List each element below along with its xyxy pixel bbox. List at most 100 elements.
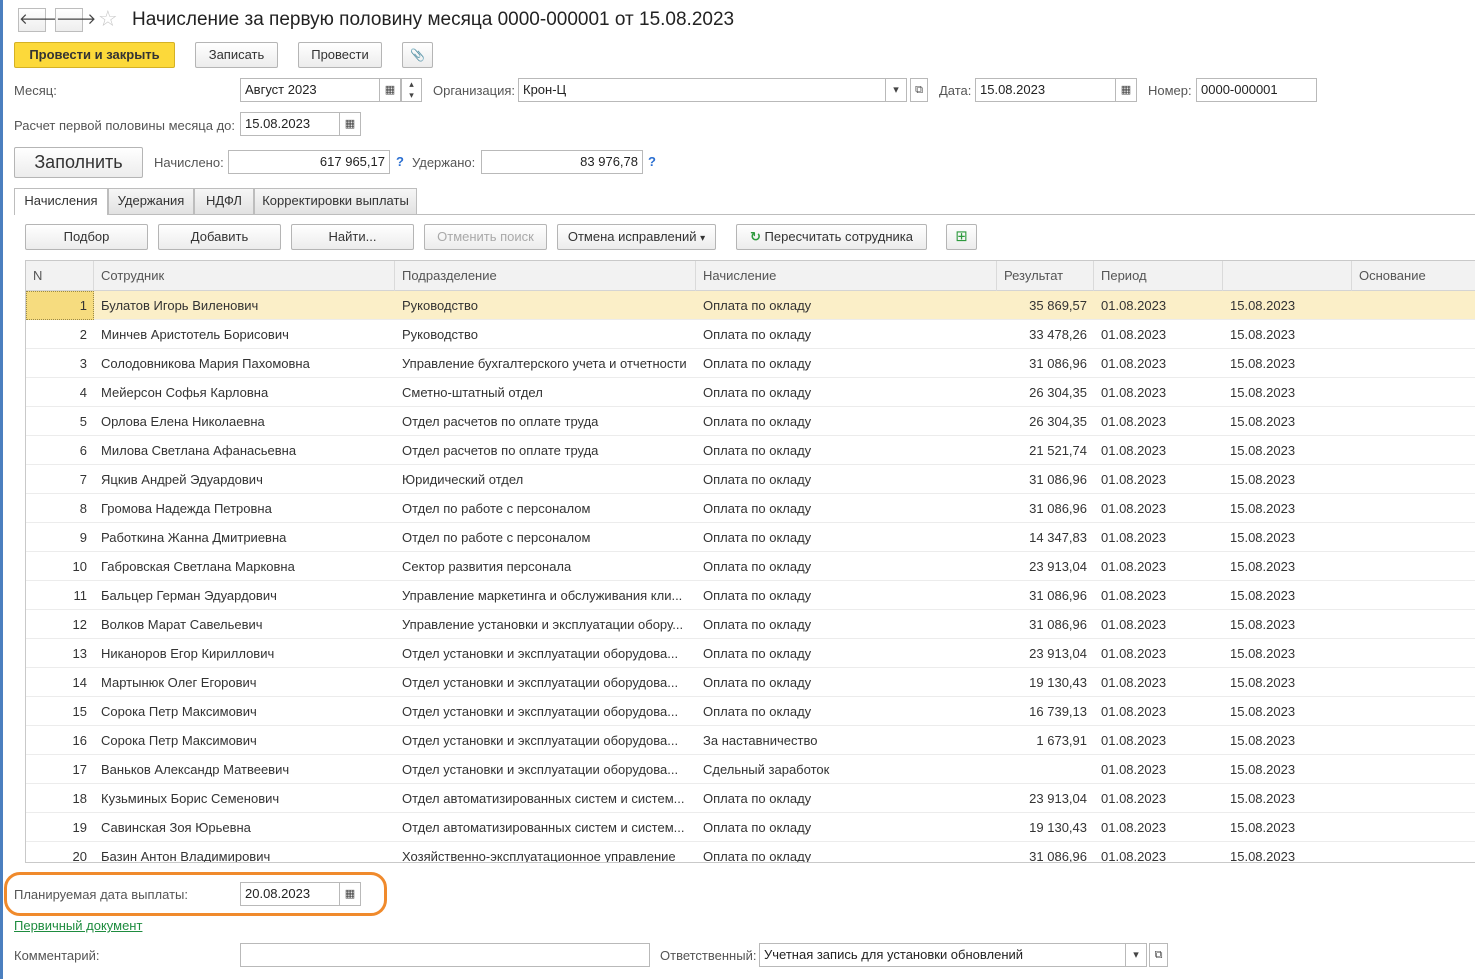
cell-period-start[interactable]: 01.08.2023 bbox=[1094, 291, 1223, 320]
cell-accrual[interactable]: Оплата по окладу bbox=[696, 378, 997, 407]
cell-n[interactable]: 10 bbox=[26, 552, 94, 581]
column-header-basis[interactable]: Основание bbox=[1352, 261, 1475, 291]
cell-period-end[interactable]: 15.08.2023 bbox=[1223, 349, 1352, 378]
cell-period-start[interactable]: 01.08.2023 bbox=[1094, 697, 1223, 726]
table-row[interactable]: 2 Минчев Аристотель Борисович Руководство О… bbox=[26, 320, 1475, 349]
select-button[interactable]: Подбор bbox=[25, 224, 148, 250]
cell-accrual[interactable]: Оплата по окладу bbox=[696, 552, 997, 581]
cell-n[interactable]: 1 bbox=[26, 291, 94, 320]
table-row[interactable]: 8 Громова Надежда Петровна Отдел по работе… bbox=[26, 494, 1475, 523]
tab-payment-corrections[interactable]: Корректировки выплаты bbox=[254, 188, 417, 214]
cell-n[interactable]: 18 bbox=[26, 784, 94, 813]
cell-employee[interactable]: Мейерсон Софья Карловна bbox=[94, 378, 395, 407]
cell-result[interactable]: 31 086,96 bbox=[997, 581, 1094, 610]
table-row[interactable]: 15 Сорока Петр Максимович Отдел установки … bbox=[26, 697, 1475, 726]
cell-n[interactable]: 14 bbox=[26, 668, 94, 697]
cell-employee[interactable]: Солодовникова Мария Пахомовна bbox=[94, 349, 395, 378]
recalculate-employee-button[interactable]: ↻ Пересчитать сотрудника bbox=[736, 224, 927, 250]
cell-result[interactable]: 26 304,35 bbox=[997, 378, 1094, 407]
cell-period-start[interactable]: 01.08.2023 bbox=[1094, 320, 1223, 349]
cell-period-end[interactable]: 15.08.2023 bbox=[1223, 523, 1352, 552]
withheld-help-icon[interactable]: ? bbox=[648, 154, 656, 169]
cell-period-start[interactable]: 01.08.2023 bbox=[1094, 755, 1223, 784]
cell-period-end[interactable]: 15.08.2023 bbox=[1223, 813, 1352, 842]
cell-department[interactable]: Руководство bbox=[395, 320, 696, 349]
add-button[interactable]: Добавить bbox=[158, 224, 281, 250]
cell-accrual[interactable]: Оплата по окладу bbox=[696, 842, 997, 862]
cell-period-start[interactable]: 01.08.2023 bbox=[1094, 349, 1223, 378]
calc-until-calendar-button[interactable]: ▦ bbox=[339, 112, 361, 136]
organization-field[interactable]: Крон-Ц bbox=[518, 78, 886, 102]
cell-department[interactable]: Управление бухгалтерского учета и отчетн… bbox=[395, 349, 696, 378]
cell-n[interactable]: 7 bbox=[26, 465, 94, 494]
cell-accrual[interactable]: Оплата по окладу bbox=[696, 320, 997, 349]
table-row[interactable]: 17 Ваньков Александр Матвеевич Отдел устан… bbox=[26, 755, 1475, 784]
month-calendar-button[interactable]: ▦ bbox=[379, 78, 401, 102]
cell-department[interactable]: Сектор развития персонала bbox=[395, 552, 696, 581]
organization-dropdown-button[interactable]: ▾ bbox=[885, 78, 907, 102]
cell-result[interactable]: 23 913,04 bbox=[997, 639, 1094, 668]
tab-accruals[interactable]: Начисления bbox=[14, 188, 108, 215]
fill-button[interactable]: Заполнить bbox=[14, 147, 143, 178]
cell-accrual[interactable]: Оплата по окладу bbox=[696, 465, 997, 494]
cell-employee[interactable]: Мартынюк Олег Егорович bbox=[94, 668, 395, 697]
cell-result[interactable]: 31 086,96 bbox=[997, 610, 1094, 639]
cell-period-start[interactable]: 01.08.2023 bbox=[1094, 813, 1223, 842]
cell-n[interactable]: 11 bbox=[26, 581, 94, 610]
cell-department[interactable]: Сметно-штатный отдел bbox=[395, 378, 696, 407]
month-stepper[interactable]: ▴ ▾ bbox=[401, 78, 422, 102]
table-settings-button[interactable]: ⊞ bbox=[946, 224, 977, 250]
column-header-period[interactable]: Период bbox=[1094, 261, 1223, 291]
table-row[interactable]: 9 Работкина Жанна Дмитриевна Отдел по рабо… bbox=[26, 523, 1475, 552]
responsible-field[interactable]: Учетная запись для установки обновлений bbox=[759, 943, 1126, 967]
cell-result[interactable]: 1 673,91 bbox=[997, 726, 1094, 755]
primary-document-link[interactable]: Первичный документ bbox=[14, 918, 142, 933]
table-row[interactable]: 18 Кузьминых Борис Семенович Отдел автомат… bbox=[26, 784, 1475, 813]
cell-period-end[interactable]: 15.08.2023 bbox=[1223, 697, 1352, 726]
cell-period-end[interactable]: 15.08.2023 bbox=[1223, 784, 1352, 813]
attach-button[interactable]: 📎 bbox=[402, 42, 433, 68]
cell-result[interactable]: 31 086,96 bbox=[997, 494, 1094, 523]
cell-employee[interactable]: Никаноров Егор Кириллович bbox=[94, 639, 395, 668]
cell-period-end[interactable]: 15.08.2023 bbox=[1223, 436, 1352, 465]
cell-period-start[interactable]: 01.08.2023 bbox=[1094, 407, 1223, 436]
cell-result[interactable]: 31 086,96 bbox=[997, 349, 1094, 378]
cell-employee[interactable]: Яцкив Андрей Эдуардович bbox=[94, 465, 395, 494]
cell-employee[interactable]: Минчев Аристотель Борисович bbox=[94, 320, 395, 349]
cell-accrual[interactable]: За наставничество bbox=[696, 726, 997, 755]
organization-open-button[interactable]: ⧉ bbox=[910, 78, 928, 102]
cell-department[interactable]: Отдел по работе с персоналом bbox=[395, 523, 696, 552]
cell-period-start[interactable]: 01.08.2023 bbox=[1094, 523, 1223, 552]
table-row[interactable]: 5 Орлова Елена Николаевна Отдел расчетов п… bbox=[26, 407, 1475, 436]
cell-result[interactable] bbox=[997, 755, 1094, 784]
cell-period-end[interactable]: 15.08.2023 bbox=[1223, 639, 1352, 668]
column-header-department[interactable]: Подразделение bbox=[395, 261, 696, 291]
cell-period-end[interactable]: 15.08.2023 bbox=[1223, 581, 1352, 610]
cell-n[interactable]: 6 bbox=[26, 436, 94, 465]
cell-n[interactable]: 5 bbox=[26, 407, 94, 436]
responsible-open-button[interactable]: ⧉ bbox=[1149, 943, 1168, 967]
cell-period-end[interactable]: 15.08.2023 bbox=[1223, 668, 1352, 697]
cancel-search-button[interactable]: Отменить поиск bbox=[424, 224, 547, 250]
cell-department[interactable]: Хозяйственно-эксплуатационное управление bbox=[395, 842, 696, 862]
cell-n[interactable]: 12 bbox=[26, 610, 94, 639]
cell-period-start[interactable]: 01.08.2023 bbox=[1094, 610, 1223, 639]
table-row[interactable]: 20 Базин Антон Владимирович Хозяйственно-э… bbox=[26, 842, 1475, 862]
cell-accrual[interactable]: Оплата по окладу bbox=[696, 436, 997, 465]
cell-period-end[interactable]: 15.08.2023 bbox=[1223, 407, 1352, 436]
calc-until-field[interactable]: 15.08.2023 bbox=[240, 112, 340, 136]
cell-accrual[interactable]: Оплата по окладу bbox=[696, 610, 997, 639]
month-field[interactable]: Август 2023 bbox=[240, 78, 380, 102]
table-row[interactable]: 19 Савинская Зоя Юрьевна Отдел автоматизир… bbox=[26, 813, 1475, 842]
save-button[interactable]: Записать bbox=[195, 42, 278, 68]
cell-department[interactable]: Юридический отдел bbox=[395, 465, 696, 494]
cell-result[interactable]: 31 086,96 bbox=[997, 842, 1094, 862]
column-header-n[interactable]: N bbox=[26, 261, 94, 291]
cell-accrual[interactable]: Оплата по окладу bbox=[696, 784, 997, 813]
back-button[interactable]: 🡐 bbox=[18, 8, 59, 32]
table-row[interactable]: 11 Бальцер Герман Эдуардович Управление ма… bbox=[26, 581, 1475, 610]
cell-department[interactable]: Отдел по работе с персоналом bbox=[395, 494, 696, 523]
cell-result[interactable]: 23 913,04 bbox=[997, 552, 1094, 581]
cell-department[interactable]: Отдел установки и эксплуатации оборудова… bbox=[395, 755, 696, 784]
cell-department[interactable]: Отдел установки и эксплуатации оборудова… bbox=[395, 668, 696, 697]
